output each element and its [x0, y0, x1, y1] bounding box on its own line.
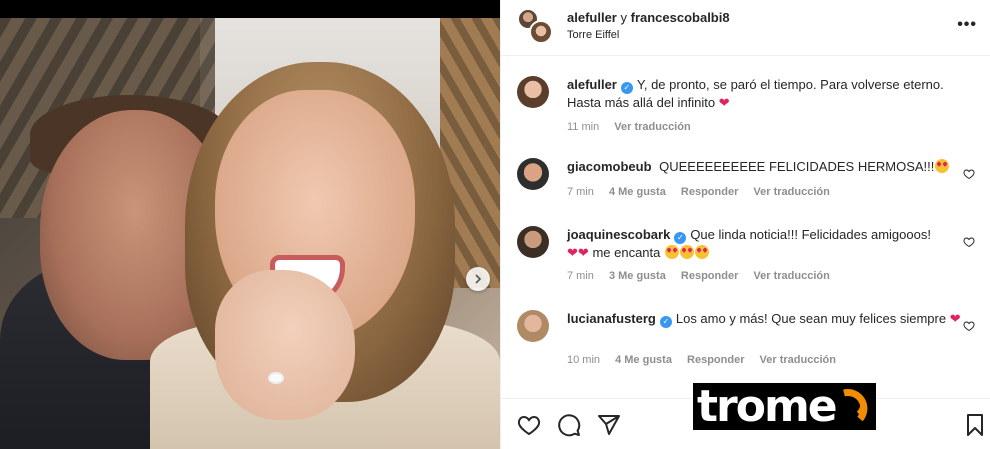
and-text: y [620, 10, 627, 25]
heart-eyes-emoji [665, 245, 679, 259]
comment-text-block: lucianafusterg ✓ Los amo y más! Que sean m… [567, 310, 962, 328]
coauthor-avatars[interactable] [517, 8, 553, 44]
author-username[interactable]: alefuller [567, 10, 617, 25]
engagement-ring [268, 372, 284, 384]
trome-watermark-logo: trome [693, 383, 876, 430]
verified-badge-icon: ✓ [674, 232, 687, 244]
comment-text-line2: me encanta [592, 245, 661, 260]
comment-time: 7 min [567, 270, 594, 282]
avatar[interactable] [529, 20, 553, 44]
coauthor-username[interactable]: francescobalbi8 [631, 10, 730, 25]
red-heart-emoji: ❤ [567, 245, 578, 260]
heart-eyes-emoji [680, 245, 694, 259]
comment-item: joaquinescobark ✓ Que linda noticia!!! Fel… [517, 226, 977, 286]
comment-likes[interactable]: 4 Me gusta [615, 354, 672, 366]
verified-badge-icon: ✓ [620, 82, 633, 94]
caption: alefuller ✓ Y, de pronto, se paró el tiemp… [517, 76, 977, 136]
like-comment-heart-icon[interactable] [963, 320, 975, 332]
verified-badge-icon: ✓ [659, 316, 672, 328]
comment-text: Que linda noticia!!! Felicidades amigooo… [690, 227, 931, 242]
comment-time: 10 min [567, 354, 601, 366]
heart-eyes-emoji [695, 245, 709, 259]
heart-eyes-emoji [935, 159, 950, 173]
comment-time: 7 min [567, 186, 594, 198]
avatar[interactable] [517, 76, 549, 108]
comment-item: giacomobeub QUEEEEEEEEEE FELICIDADES HER… [517, 158, 977, 203]
red-heart-emoji: ❤ [577, 245, 589, 260]
comment-likes[interactable]: 4 Me gusta [609, 186, 666, 198]
avatar[interactable] [517, 310, 549, 342]
reply-button[interactable]: Responder [681, 270, 738, 282]
avatar[interactable] [517, 158, 549, 190]
comment-text: Los amo y más! Que sean muy felices siem… [675, 311, 947, 326]
more-options-icon[interactable]: ••• [957, 16, 977, 34]
comment-bubble-icon[interactable] [557, 413, 581, 437]
watermark-text: trome [697, 381, 838, 432]
comment-text-block: joaquinescobark ✓ Que linda noticia!!! Fel… [567, 226, 962, 261]
next-photo-button[interactable] [466, 267, 490, 291]
caption-meta: 11 min Ver traducción [567, 121, 703, 133]
red-heart-emoji: ❤ [949, 311, 961, 326]
red-heart-emoji: ❤ [718, 95, 730, 110]
share-paper-plane-icon[interactable] [597, 413, 621, 437]
save-bookmark-icon[interactable] [963, 413, 987, 437]
post-authors: alefuller y francescobalbi8 [567, 10, 730, 25]
comment-item: lucianafusterg ✓ Los amo y más! Que sean m… [517, 310, 977, 370]
like-heart-icon[interactable] [517, 413, 541, 437]
like-comment-heart-icon[interactable] [963, 168, 975, 180]
comment-username[interactable]: joaquinescobark [567, 227, 670, 242]
comment-meta: 7 min 3 Me gusta Responder Ver traducció… [567, 270, 842, 282]
chevron-right-icon [475, 274, 482, 284]
comment-meta: 10 min 4 Me gusta Responder Ver traducci… [567, 354, 848, 366]
photo-top-bar [0, 0, 500, 18]
comment-username[interactable]: lucianafusterg [567, 311, 656, 326]
reply-button[interactable]: Responder [681, 186, 738, 198]
translate-link[interactable]: Ver traducción [614, 121, 690, 133]
translate-link[interactable]: Ver traducción [753, 270, 829, 282]
like-comment-heart-icon[interactable] [963, 236, 975, 248]
trome-swoosh-icon [843, 389, 868, 422]
post-header: alefuller y francescobalbi8 Torre Eiffel… [501, 0, 990, 56]
caption-time: 11 min [567, 121, 600, 133]
translate-link[interactable]: Ver traducción [753, 186, 829, 198]
avatar[interactable] [517, 226, 549, 258]
caption-text-block: alefuller ✓ Y, de pronto, se paró el tiemp… [567, 76, 962, 111]
reply-button[interactable]: Responder [687, 354, 744, 366]
comment-meta: 7 min 4 Me gusta Responder Ver traducció… [567, 186, 842, 198]
comment-text-block: giacomobeub QUEEEEEEEEEE FELICIDADES HER… [567, 158, 962, 175]
comment-username[interactable]: giacomobeub [567, 159, 652, 174]
post-photo[interactable] [0, 0, 500, 449]
caption-username[interactable]: alefuller [567, 77, 617, 92]
comment-text: QUEEEEEEEEEE FELICIDADES HERMOSA!!! [659, 159, 935, 174]
location-link[interactable]: Torre Eiffel [567, 29, 619, 41]
translate-link[interactable]: Ver traducción [760, 354, 836, 366]
hand [215, 270, 355, 420]
comment-likes[interactable]: 3 Me gusta [609, 270, 666, 282]
